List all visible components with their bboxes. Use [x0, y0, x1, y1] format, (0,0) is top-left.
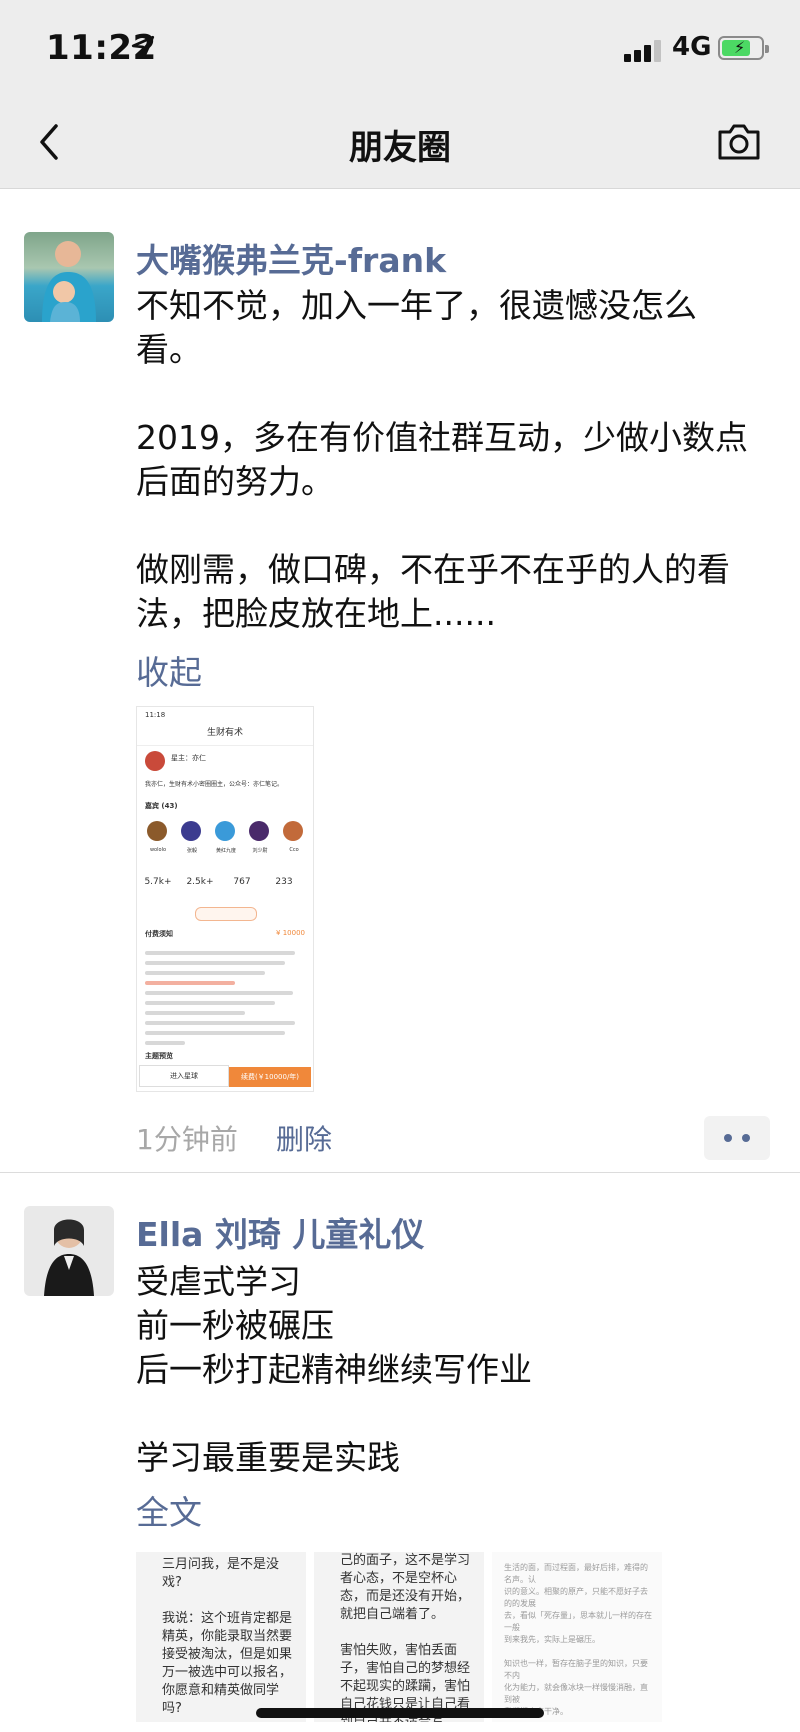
top-bar: 11:22 4G ⚡ 朋友圈	[0, 0, 800, 189]
thumb-join-button: 续费(￥10000/年)	[229, 1067, 311, 1087]
post-image[interactable]: 生活的面，而过程面，最好后排，难得的名声。认 识的意义。相聚的原产，只能不愿好子…	[492, 1552, 662, 1722]
moment-post: 大嘴猴弗兰克-frank 不知不觉，加入一年了，很遗憾没怎么 看。 2019，多…	[0, 188, 800, 1174]
thumb-stat: 5.7k+	[144, 877, 172, 887]
thumb-price: ¥ 10000	[276, 929, 305, 937]
guest-name: 张毅	[186, 848, 197, 854]
guest-name: 刘少尉	[252, 848, 268, 854]
avatar[interactable]	[24, 232, 114, 322]
post-author-name[interactable]: 大嘴猴弗兰克-frank	[136, 234, 446, 282]
thumb-stat: 2.5k+	[186, 877, 214, 887]
post-image-text: 生活的面，而过程面，最好后排，难得的名声。认 识的意义。相聚的原产，只能不愿好子…	[504, 1563, 652, 1716]
guest-avatar	[283, 821, 303, 841]
post-text: 不知不觉，加入一年了，很遗憾没怎么 看。 2019，多在有价值社群互动，少做小数…	[136, 286, 748, 633]
nav-bar: 朋友圈	[0, 100, 800, 188]
status-bar: 11:22 4G ⚡	[0, 0, 800, 100]
shared-screenshot-image[interactable]: 11:18 生财有术 星主：亦仁 我亦仁，生财有术小密圈圈主，公众号：亦仁笔记。…	[136, 706, 314, 1092]
post-image-text: 己的面子，这不是学习 者心态，不是空杯心 态，而是还没有开始， 就把自己端着了。…	[340, 1553, 471, 1722]
thumb-guests-label: 嘉宾 (43)	[145, 802, 178, 810]
guest-avatar	[147, 821, 167, 841]
thumb-stat: 233	[275, 877, 293, 887]
camera-icon[interactable]	[716, 120, 762, 164]
thumb-topics-label: 主题预览	[145, 1052, 173, 1060]
moment-post: Ella 刘琦 儿童礼仪 受虐式学习 前一秒被碾压 后一秒打起精神继续写作业 学…	[0, 1174, 800, 1732]
battery-icon: ⚡	[718, 36, 769, 60]
post-image-text: 三月问我，是不是没 戏? 我说：这个班肯定都是 精英，你能录取当然要 接受被淘汰…	[162, 1557, 293, 1716]
signal-icon	[624, 38, 664, 62]
avatar[interactable]	[24, 1206, 114, 1296]
home-indicator[interactable]	[256, 1708, 544, 1718]
post-image[interactable]: 己的面子，这不是学习 者心态，不是空杯心 态，而是还没有开始， 就把自己端着了。…	[314, 1552, 484, 1722]
guest-name: 黄红九度	[215, 848, 236, 854]
post-time: 1分钟前	[136, 1123, 238, 1156]
thumb-owner-avatar	[145, 751, 165, 771]
thumb-status-time: 11:18	[145, 711, 166, 719]
thumb-description: 我亦仁，生财有术小密圈圈主，公众号：亦仁笔记。	[145, 781, 284, 788]
full-text-link[interactable]: 全文	[136, 1486, 202, 1534]
more-actions-button[interactable]	[704, 1116, 770, 1160]
thumb-title: 生财有术	[137, 721, 313, 746]
delete-link[interactable]: 删除	[276, 1118, 332, 1158]
post-divider	[0, 1172, 800, 1173]
guest-name: wololo	[149, 847, 167, 853]
guest-name: Cco	[289, 847, 299, 853]
thumb-enter-button: 进入星球	[139, 1065, 229, 1087]
post-text: 受虐式学习 前一秒被碾压 后一秒打起精神继续写作业 学习最重要是实践	[136, 1262, 532, 1477]
collapse-link[interactable]: 收起	[136, 646, 202, 694]
guest-avatar	[181, 821, 201, 841]
avatar-figure-icon	[42, 241, 96, 322]
thumb-stat: 767	[233, 877, 251, 887]
thumb-owner: 星主：亦仁	[171, 754, 206, 762]
post-author-name[interactable]: Ella 刘琦 儿童礼仪	[136, 1208, 424, 1256]
guest-avatar	[215, 821, 235, 841]
guest-avatar	[249, 821, 269, 841]
location-arrow-icon	[131, 35, 155, 59]
post-image[interactable]: 三月问我，是不是没 戏? 我说：这个班肯定都是 精英，你能录取当然要 接受被淘汰…	[136, 1552, 306, 1722]
thumb-pill	[195, 907, 257, 921]
avatar-figure-icon	[44, 1219, 94, 1296]
page-title: 朋友圈	[349, 128, 451, 168]
network-label: 4G	[672, 32, 712, 62]
